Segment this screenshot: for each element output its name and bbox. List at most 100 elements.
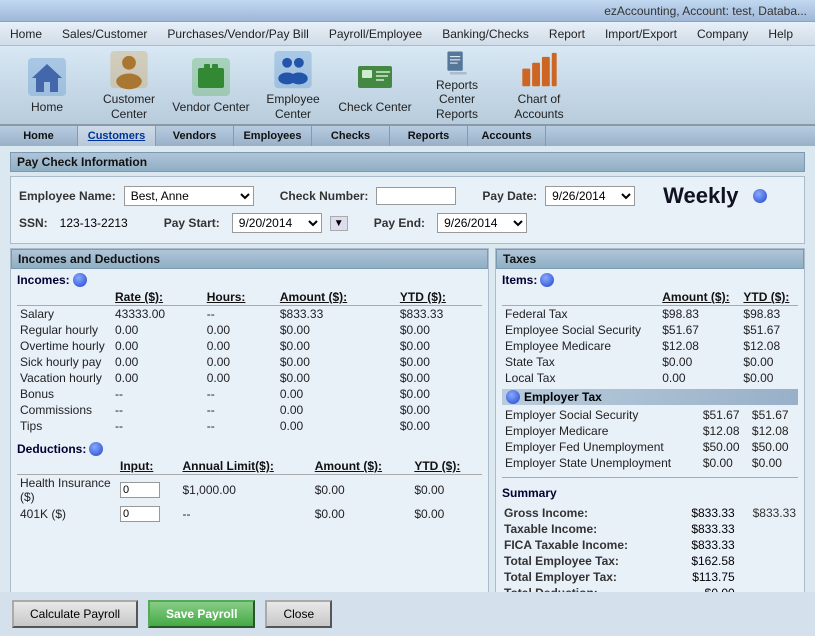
subnav-employees[interactable]: Employees — [234, 126, 312, 146]
income-rate: -- — [112, 418, 204, 434]
tax-amount: $51.67 — [659, 322, 740, 338]
income-rate: 43333.00 — [112, 306, 204, 323]
col-amount: Amount ($): — [277, 289, 397, 306]
summary-row-label: Total Employer Tax: — [504, 570, 673, 584]
subnav-reports[interactable]: Reports — [390, 126, 468, 146]
deductions-subheader: Deductions: — [17, 442, 482, 456]
tax-row: Federal Tax $98.83 $98.83 — [502, 306, 798, 323]
income-name: Salary — [17, 306, 112, 323]
ssn-value: 123-13-2213 — [60, 216, 128, 230]
income-rate: -- — [112, 402, 204, 418]
check-number-input[interactable] — [376, 187, 456, 205]
subnav-customers[interactable]: Customers — [78, 126, 156, 146]
income-amount: 0.00 — [277, 402, 397, 418]
paycheck-row1: Employee Name: Best, Anne Check Number: … — [19, 183, 796, 209]
paycheck-section-header: Pay Check Information — [10, 152, 805, 172]
toolbar-accounts[interactable]: Chart of Accounts — [500, 49, 578, 121]
toolbar-employee[interactable]: Employee Center — [254, 49, 332, 121]
subnav-home[interactable]: Home — [0, 126, 78, 146]
menu-sales[interactable]: Sales/Customer — [52, 24, 157, 44]
bottom-bar: Calculate Payroll Save Payroll Close — [0, 592, 815, 636]
income-row: Overtime hourly 0.00 0.00 $0.00 $0.00 — [17, 338, 482, 354]
menu-banking[interactable]: Banking/Checks — [432, 24, 539, 44]
summary-row: Gross Income: $833.33 $833.33 — [504, 506, 796, 520]
vendor-icon — [190, 56, 232, 98]
pay-start-select[interactable]: 9/20/2014 — [232, 213, 322, 233]
toolbar-home[interactable]: Home — [8, 49, 86, 121]
income-row: Salary 43333.00 -- $833.33 $833.33 — [17, 306, 482, 323]
pay-end-select[interactable]: 9/26/2014 — [437, 213, 527, 233]
tax-ytd: $12.08 — [740, 338, 798, 354]
income-name: Sick hourly pay — [17, 354, 112, 370]
summary-row: Total Employer Tax: $113.75 — [504, 570, 796, 584]
employer-tax-icon — [506, 390, 520, 404]
deductions-label: Deductions: — [17, 442, 86, 456]
employer-tax-amount: $12.08 — [700, 423, 749, 439]
items-info-icon[interactable] — [540, 273, 554, 287]
income-rate: 0.00 — [112, 338, 204, 354]
incomes-subheader: Incomes: — [17, 273, 482, 287]
income-hours: -- — [204, 418, 277, 434]
tax-row: Local Tax 0.00 $0.00 — [502, 370, 798, 386]
taxes-panel: Taxes Items: Amount ($): YTD ($): Federa… — [495, 248, 805, 626]
close-button[interactable]: Close — [265, 600, 332, 628]
summary-row-ytd — [737, 554, 796, 568]
menu-report[interactable]: Report — [539, 24, 595, 44]
subnav-accounts[interactable]: Accounts — [468, 126, 546, 146]
menu-home[interactable]: Home — [0, 24, 52, 44]
ded-col-ytd: YTD ($): — [411, 458, 482, 475]
menu-company[interactable]: Company — [687, 24, 758, 44]
toolbar-vendor[interactable]: Vendor Center — [172, 49, 250, 121]
calculate-payroll-button[interactable]: Calculate Payroll — [12, 600, 138, 628]
toolbar-employee-label: Employee Center — [254, 92, 332, 121]
toolbar-reports[interactable]: Reports Center Reports — [418, 49, 496, 121]
employer-tax-name: Employer Fed Unemployment — [502, 439, 700, 455]
income-ytd: $0.00 — [397, 418, 482, 434]
subnav-vendors[interactable]: Vendors — [156, 126, 234, 146]
menu-import[interactable]: Import/Export — [595, 24, 687, 44]
income-hours: 0.00 — [204, 354, 277, 370]
ded-input[interactable] — [117, 475, 179, 506]
income-ytd: $0.00 — [397, 386, 482, 402]
summary-row: Total Employee Tax: $162.58 — [504, 554, 796, 568]
summary-subheader: Summary — [502, 486, 798, 500]
subnav-checks[interactable]: Checks — [312, 126, 390, 146]
toolbar-customer[interactable]: Customer Center — [90, 49, 168, 121]
incomes-info-icon[interactable] — [73, 273, 87, 287]
title-text: ezAccounting, Account: test, Databa... — [604, 4, 807, 18]
tax-ytd: $98.83 — [740, 306, 798, 323]
income-hours: 0.00 — [204, 322, 277, 338]
menu-purchases[interactable]: Purchases/Vendor/Pay Bill — [157, 24, 318, 44]
pay-end-label: Pay End: — [374, 216, 425, 230]
paycheck-info: Employee Name: Best, Anne Check Number: … — [10, 176, 805, 244]
summary-row-ytd — [737, 522, 796, 536]
pay-date-select[interactable]: 9/26/2014 — [545, 186, 635, 206]
pay-date-label: Pay Date: — [482, 189, 537, 203]
summary-row-amount: $833.33 — [675, 506, 734, 520]
employee-name-select[interactable]: Best, Anne — [124, 186, 254, 206]
employer-tax-name: Employer Social Security — [502, 407, 700, 423]
customer-icon — [108, 49, 150, 90]
save-payroll-button[interactable]: Save Payroll — [148, 600, 255, 628]
tax-row: Employee Medicare $12.08 $12.08 — [502, 338, 798, 354]
income-name: Bonus — [17, 386, 112, 402]
income-rate: -- — [112, 386, 204, 402]
tax-ytd: $0.00 — [740, 354, 798, 370]
ded-name: Health Insurance ($) — [17, 475, 117, 506]
employee-icon — [272, 49, 314, 90]
income-ytd: $0.00 — [397, 402, 482, 418]
pay-start-calendar[interactable]: ▼ — [330, 216, 348, 231]
menu-help[interactable]: Help — [758, 24, 803, 44]
income-hours: -- — [204, 402, 277, 418]
employer-tax-name: Employer State Unemployment — [502, 455, 700, 471]
toolbar-reports-label: Reports Center Reports — [418, 78, 496, 121]
accounts-icon — [518, 49, 560, 90]
toolbar-home-label: Home — [31, 100, 63, 114]
menu-payroll[interactable]: Payroll/Employee — [319, 24, 432, 44]
deductions-info-icon[interactable] — [89, 442, 103, 456]
toolbar-check[interactable]: Check Center — [336, 49, 414, 121]
ded-col-input: Input: — [117, 458, 179, 475]
ded-input[interactable] — [117, 505, 179, 523]
employer-tax-ytd: $0.00 — [749, 455, 798, 471]
frequency-info-icon[interactable] — [753, 189, 767, 203]
